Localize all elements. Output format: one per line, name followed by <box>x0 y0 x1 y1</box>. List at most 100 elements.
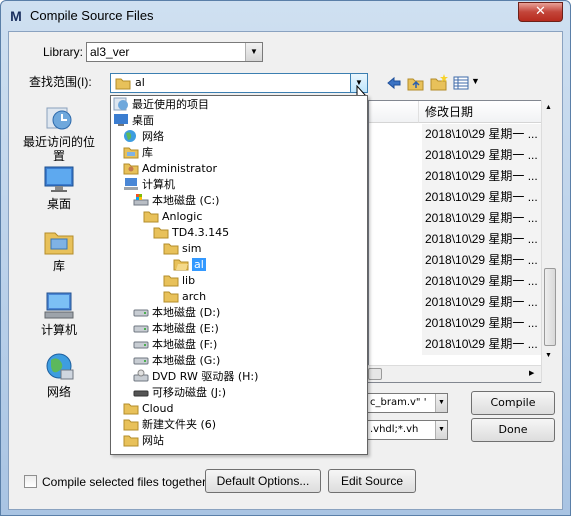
view-menu-icon <box>453 76 469 90</box>
drive-icon <box>133 357 149 365</box>
table-row[interactable]: 2018\10\29 星期一 ... <box>369 313 556 334</box>
modified-date-cell: 2018\10\29 星期一 ... <box>422 334 552 355</box>
table-row[interactable]: 2018\10\29 星期一 ... <box>369 166 556 187</box>
title-bar[interactable]: M Compile Source Files ✕ <box>1 1 570 31</box>
chevron-down-icon[interactable]: ▼ <box>435 394 447 412</box>
modified-date-cell: 2018\10\29 星期一 ... <box>422 208 552 229</box>
done-button[interactable]: Done <box>471 418 555 442</box>
desktop-icon <box>114 114 128 126</box>
table-row[interactable]: 2018\10\29 星期一 ... <box>369 229 556 250</box>
dropdown-item-anlogic[interactable]: Anlogic <box>143 209 202 225</box>
system-drive-icon <box>133 194 149 206</box>
computer-icon <box>124 178 138 190</box>
chevron-down-icon: ▼ <box>471 76 480 86</box>
modified-date-cell: 2018\10\29 星期一 ... <box>422 271 552 292</box>
table-row[interactable]: 2018\10\29 星期一 ... <box>369 145 556 166</box>
file-name-combobox[interactable]: c_bram.v" ' ▼ <box>367 393 448 413</box>
places-network[interactable]: 网络 <box>19 352 99 399</box>
compile-together-checkbox[interactable] <box>24 475 37 488</box>
dropdown-item-drive-e[interactable]: 本地磁盘 (E:) <box>133 321 219 337</box>
scroll-right-icon[interactable]: ▶ <box>529 369 534 377</box>
dropdown-item-drive-c[interactable]: 本地磁盘 (C:) <box>133 193 219 209</box>
column-header-name[interactable] <box>369 101 419 123</box>
library-combobox[interactable]: al3_ver ▼ <box>86 42 263 62</box>
folder-icon <box>153 227 169 239</box>
places-desktop-label: 桌面 <box>46 197 71 211</box>
dropdown-item-recent[interactable]: 最近使用的项目 <box>113 97 209 113</box>
dropdown-item-dvd-h[interactable]: DVD RW 驱动器 (H:) <box>133 369 258 385</box>
places-desktop[interactable]: 桌面 <box>19 164 99 211</box>
window-title: Compile Source Files <box>30 8 154 23</box>
modified-date-cell: 2018\10\29 星期一 ... <box>422 313 552 334</box>
dropdown-item-removable-j[interactable]: 可移动磁盘 (J:) <box>133 385 226 401</box>
look-in-dropdown-list[interactable]: 最近使用的项目 桌面 网络 库 Administrator 计算机 本地磁盘 (… <box>110 95 368 455</box>
dropdown-item-computer[interactable]: 计算机 <box>123 177 175 193</box>
file-list-horizontal-scrollbar[interactable]: ▶ <box>368 365 541 382</box>
scroll-down-icon[interactable]: ▼ <box>545 352 552 359</box>
user-folder-icon <box>123 163 139 175</box>
drive-icon <box>133 341 149 349</box>
look-in-label: 查找范围(I): <box>29 75 92 89</box>
places-computer[interactable]: 计算机 <box>19 290 99 337</box>
file-type-combobox[interactable]: .vhdl;*.vh ▼ <box>367 420 448 440</box>
back-arrow-icon[interactable] <box>386 76 402 90</box>
table-row[interactable]: 2018\10\29 星期一 ... <box>369 124 556 145</box>
chevron-down-icon[interactable]: ▼ <box>435 421 447 439</box>
dropdown-item-administrator[interactable]: Administrator <box>123 161 217 177</box>
network-icon <box>46 353 74 380</box>
look-in-combobox[interactable]: al ▼ <box>110 73 368 93</box>
dropdown-item-desktop[interactable]: 桌面 <box>113 113 154 129</box>
view-menu-button[interactable]: ▼ <box>453 75 483 91</box>
chevron-down-icon[interactable]: ▼ <box>245 43 262 61</box>
new-folder-icon[interactable] <box>430 73 449 91</box>
folder-icon <box>123 419 139 431</box>
dropdown-item-arch[interactable]: arch <box>163 289 206 305</box>
places-libraries-label: 库 <box>52 259 65 273</box>
dropdown-item-network[interactable]: 网络 <box>123 129 164 145</box>
dropdown-item-lib[interactable]: lib <box>163 273 195 289</box>
edit-source-button[interactable]: Edit Source <box>328 469 416 493</box>
close-button[interactable]: ✕ <box>518 2 563 22</box>
library-value: al3_ver <box>90 45 130 59</box>
scrollbar-thumb[interactable] <box>368 368 382 380</box>
table-row[interactable]: 2018\10\29 星期一 ... <box>369 187 556 208</box>
dropdown-item-drive-g[interactable]: 本地磁盘 (G:) <box>133 353 220 369</box>
places-recent-label: 最近访问的位置 <box>22 135 95 163</box>
library-label: Library: <box>43 45 84 59</box>
table-row[interactable]: 2018\10\29 星期一 ... <box>369 334 556 355</box>
scroll-up-icon[interactable]: ▲ <box>545 104 552 111</box>
compile-together-label: Compile selected files together <box>42 475 207 489</box>
compile-button[interactable]: Compile <box>471 391 555 415</box>
network-icon <box>124 130 136 142</box>
dropdown-item-new-folder-6[interactable]: 新建文件夹 (6) <box>123 417 216 433</box>
column-header-modified[interactable]: 修改日期 <box>419 101 556 123</box>
table-row[interactable]: 2018\10\29 星期一 ... <box>369 250 556 271</box>
file-list-vertical-scrollbar[interactable]: ▲ ▼ <box>541 100 558 383</box>
table-row[interactable]: 2018\10\29 星期一 ... <box>369 208 556 229</box>
modified-date-cell: 2018\10\29 星期一 ... <box>422 250 552 271</box>
places-recent[interactable]: 最近访问的位置 <box>19 102 99 163</box>
places-computer-label: 计算机 <box>40 323 77 337</box>
dropdown-item-drive-f[interactable]: 本地磁盘 (F:) <box>133 337 217 353</box>
dropdown-item-sim[interactable]: sim <box>163 241 202 257</box>
dropdown-item-cloud[interactable]: Cloud <box>123 401 173 417</box>
look-in-value: al <box>135 76 145 89</box>
up-folder-icon[interactable] <box>407 75 425 91</box>
file-list-view[interactable]: 修改日期 2018\10\29 星期一 ... 2018\10\29 星期一 .… <box>368 100 557 383</box>
table-row[interactable]: 2018\10\29 星期一 ... <box>369 292 556 313</box>
default-options-button[interactable]: Default Options... <box>205 469 321 493</box>
scrollbar-thumb[interactable] <box>544 268 556 346</box>
recent-places-icon <box>46 107 72 130</box>
dropdown-item-website[interactable]: 网站 <box>123 433 164 449</box>
open-folder-icon <box>173 259 189 271</box>
places-libraries[interactable]: 库 <box>19 226 99 273</box>
folder-icon <box>163 275 179 287</box>
dropdown-item-drive-d[interactable]: 本地磁盘 (D:) <box>133 305 220 321</box>
dropdown-item-td4[interactable]: TD4.3.145 <box>153 225 229 241</box>
libraries-icon <box>44 232 74 255</box>
dialog-client-area: Library: al3_ver ▼ 查找范围(I): al ▼ ▼ 最近访问的… <box>8 31 563 510</box>
dropdown-item-libraries[interactable]: 库 <box>123 145 153 161</box>
table-row[interactable]: 2018\10\29 星期一 ... <box>369 271 556 292</box>
modified-date-cell: 2018\10\29 星期一 ... <box>422 124 552 145</box>
dropdown-item-al[interactable]: al <box>173 257 206 273</box>
